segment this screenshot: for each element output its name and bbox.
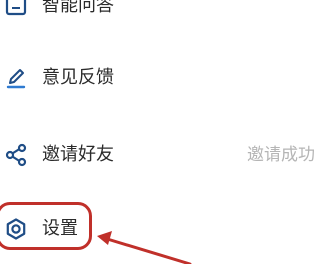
gear-icon xyxy=(4,217,28,241)
menu-item-invite-friends[interactable]: 邀请好友 邀请成功 xyxy=(0,135,318,175)
menu-item-settings[interactable]: 设置 xyxy=(0,209,318,249)
menu-item-label: 邀请好友 xyxy=(42,144,114,165)
pencil-icon xyxy=(4,66,28,90)
invite-success-hint: 邀请成功 xyxy=(247,145,315,165)
chat-box-icon xyxy=(4,0,28,18)
menu-item-label: 智能问答 xyxy=(42,0,114,16)
share-icon xyxy=(4,143,28,167)
menu-item-label: 设置 xyxy=(42,218,78,239)
menu-item-label: 意见反馈 xyxy=(42,67,114,88)
menu-item-smart-qa[interactable]: 智能问答 xyxy=(0,0,318,26)
menu-item-feedback[interactable]: 意见反馈 xyxy=(0,58,318,98)
